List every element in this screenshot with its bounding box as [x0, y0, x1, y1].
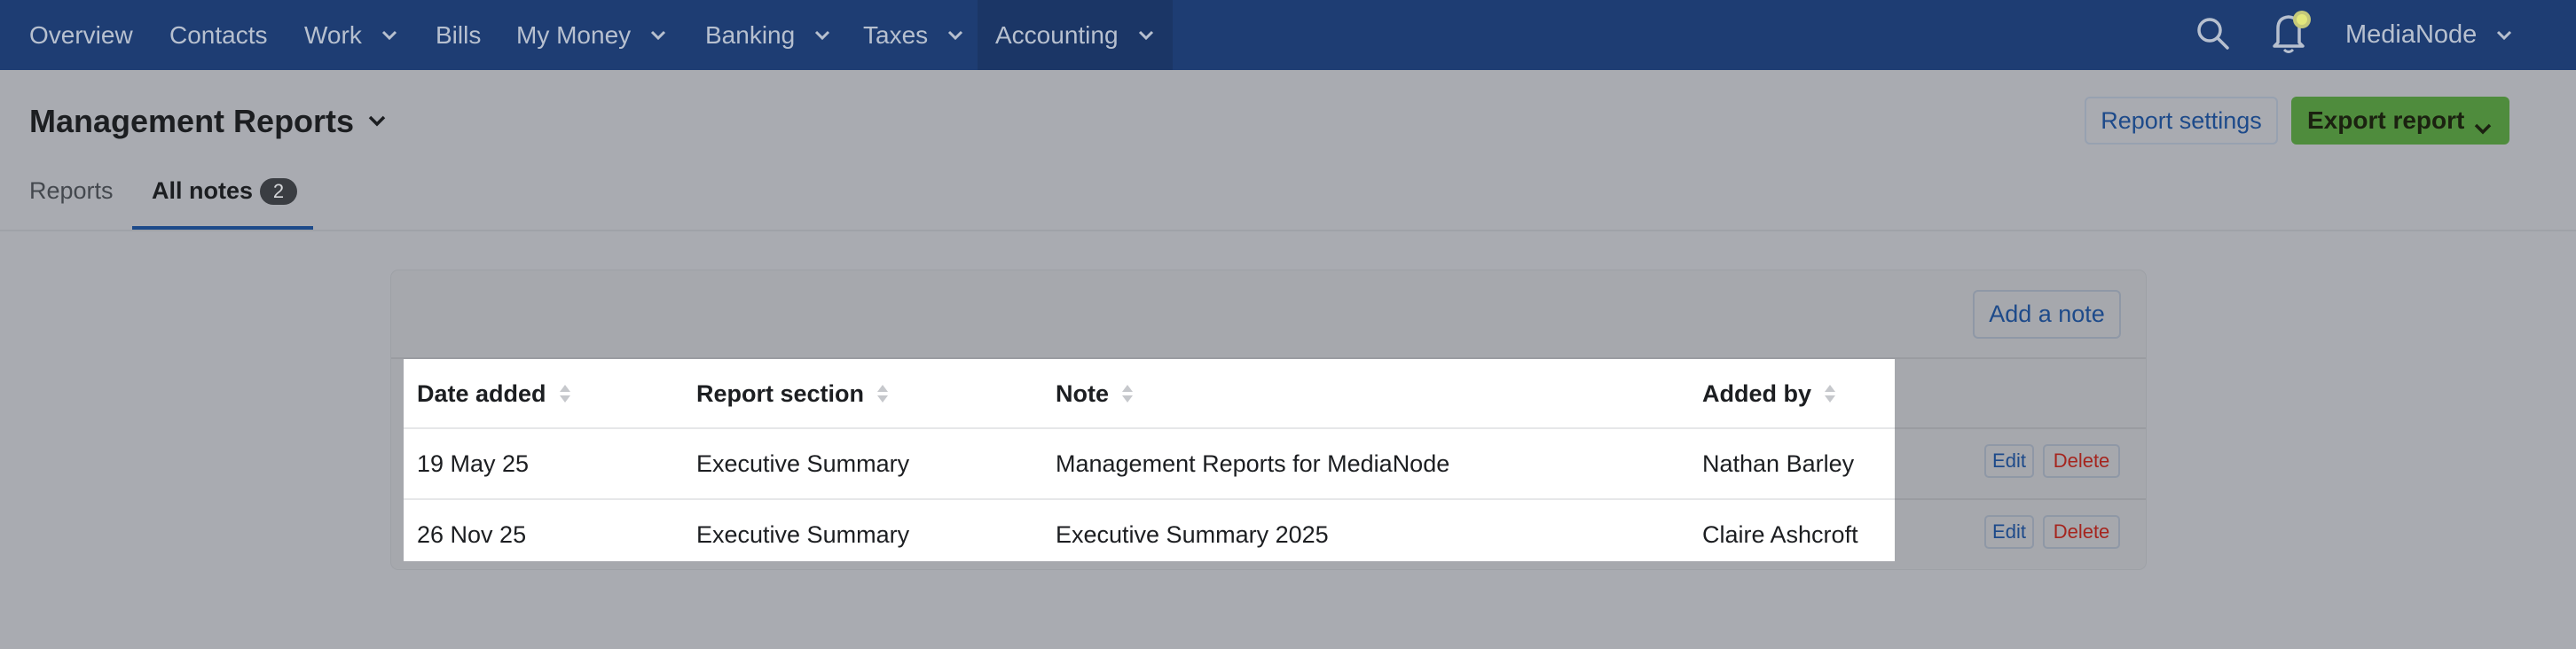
cell-section: Executive Summary — [696, 450, 910, 477]
tab-all-notes-label: All notes — [152, 177, 254, 204]
notes-count-badge: 2 — [260, 177, 298, 205]
cell-added-by: Nathan Barley — [1702, 450, 1855, 477]
cell-added-by: Claire Ashcroft — [1702, 520, 1858, 548]
column-added-by[interactable]: Added by — [1702, 376, 1836, 411]
export-report-button[interactable]: Export report — [2291, 97, 2509, 145]
sort-icon — [876, 383, 889, 404]
sort-icon — [559, 383, 571, 404]
nav-accounting-label: Accounting — [995, 20, 1119, 49]
nav-my-money-label: My Money — [516, 20, 632, 49]
nav-work[interactable]: Work — [304, 0, 397, 70]
top-nav: Overview Contacts Work Bills My Money Ba… — [0, 0, 2576, 70]
edit-note-label: Edit — [1992, 520, 2026, 543]
page-title-text: Management Reports — [29, 103, 355, 139]
chevron-down-icon — [2474, 113, 2492, 142]
add-note-label: Add a note — [1989, 301, 2105, 327]
row-divider — [404, 427, 1895, 429]
org-name: MediaNode — [2345, 20, 2478, 49]
chevron-down-icon — [814, 30, 830, 41]
chevron-down-icon — [2496, 30, 2512, 41]
sort-icon — [1824, 383, 1836, 404]
nav-overview[interactable]: Overview — [29, 0, 133, 70]
org-switcher[interactable]: MediaNode — [2345, 0, 2512, 70]
edit-note-button[interactable]: Edit — [1984, 515, 2034, 549]
row-divider — [404, 498, 1895, 500]
nav-taxes-label: Taxes — [863, 20, 929, 49]
cell-section: Executive Summary — [696, 520, 910, 548]
delete-note-label: Delete — [2053, 450, 2110, 472]
cell-date: 26 Nov 25 — [417, 520, 527, 548]
report-settings-button[interactable]: Report settings — [2085, 97, 2278, 145]
cell-date: 19 May 25 — [417, 450, 530, 477]
tab-all-notes[interactable]: All notes 2 — [152, 177, 298, 205]
tabs-divider — [0, 230, 2576, 231]
chevron-down-icon — [381, 30, 397, 41]
sort-icon — [1121, 383, 1134, 404]
delete-note-label: Delete — [2053, 520, 2110, 543]
nav-banking-label: Banking — [705, 20, 796, 49]
chevron-down-icon — [650, 30, 666, 41]
column-date-added-label: Date added — [417, 379, 546, 407]
nav-contacts[interactable]: Contacts — [169, 0, 268, 70]
nav-work-label: Work — [304, 20, 362, 49]
chevron-down-icon — [1138, 30, 1154, 41]
delete-note-button[interactable]: Delete — [2043, 444, 2120, 478]
add-note-button[interactable]: Add a note — [1973, 290, 2121, 339]
nav-banking[interactable]: Banking — [705, 0, 830, 70]
nav-accounting[interactable]: Accounting — [978, 0, 1173, 70]
bell-icon[interactable] — [2269, 7, 2312, 55]
chevron-down-icon — [947, 30, 963, 41]
nav-taxes[interactable]: Taxes — [863, 0, 963, 70]
tab-reports-label: Reports — [29, 177, 114, 204]
column-added-by-label: Added by — [1702, 379, 1812, 407]
nav-bills[interactable]: Bills — [436, 0, 481, 70]
cell-note: Executive Summary 2025 — [1056, 520, 1329, 548]
column-note-label: Note — [1056, 379, 1109, 407]
nav-bills-label: Bills — [436, 20, 482, 49]
edit-note-label: Edit — [1992, 450, 2026, 472]
chevron-down-icon — [368, 115, 386, 128]
card-divider — [1895, 427, 2146, 429]
nav-contacts-label: Contacts — [169, 20, 268, 49]
edit-note-button[interactable]: Edit — [1984, 444, 2034, 478]
column-note[interactable]: Note — [1056, 376, 1134, 411]
delete-note-button[interactable]: Delete — [2043, 515, 2120, 549]
search-icon[interactable] — [2195, 15, 2232, 52]
page-title[interactable]: Management Reports — [29, 103, 386, 140]
column-report-section-label: Report section — [696, 379, 865, 407]
nav-my-money[interactable]: My Money — [516, 0, 666, 70]
column-date-added[interactable]: Date added — [417, 376, 571, 411]
export-report-label: Export report — [2307, 106, 2465, 134]
report-settings-label: Report settings — [2101, 106, 2262, 134]
tab-reports[interactable]: Reports — [29, 177, 114, 205]
column-report-section[interactable]: Report section — [696, 376, 889, 411]
nav-overview-label: Overview — [29, 20, 133, 49]
cell-note: Management Reports for MediaNode — [1056, 450, 1450, 477]
card-divider — [1895, 498, 2146, 500]
